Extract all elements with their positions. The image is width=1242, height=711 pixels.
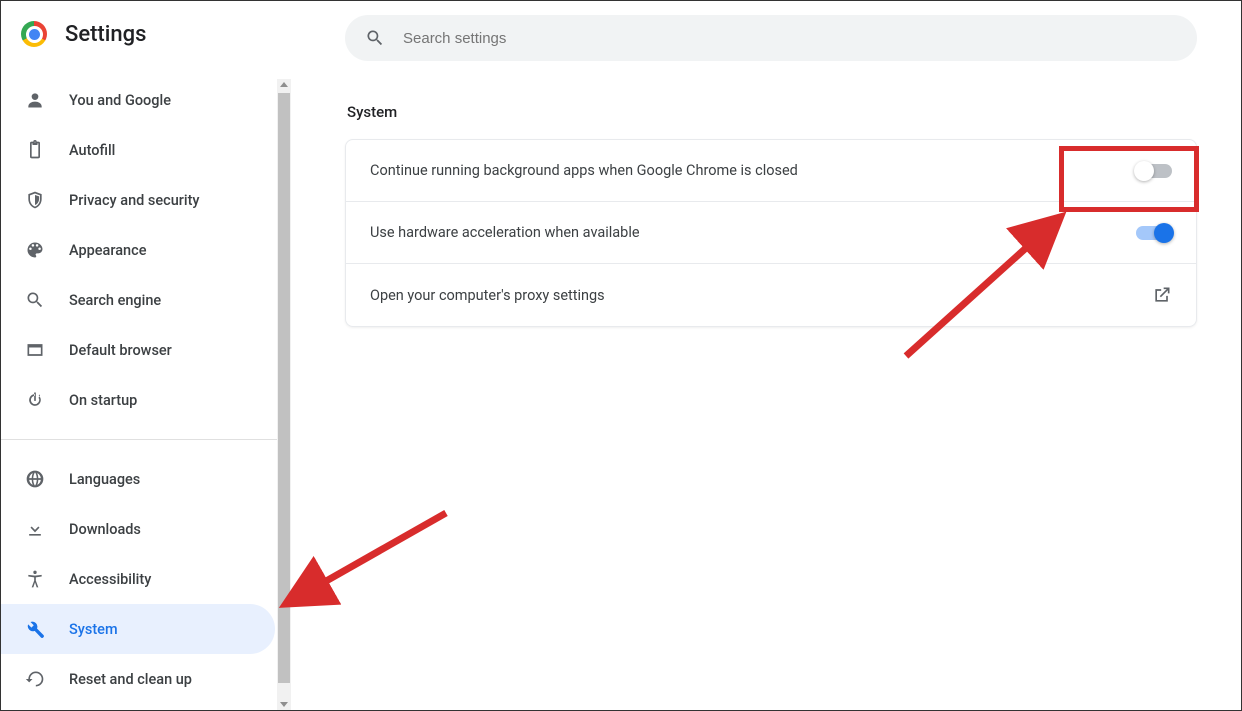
palette-icon (25, 240, 45, 260)
toggle-hardware-acceleration[interactable] (1136, 226, 1172, 240)
sidebar-item-system[interactable]: System (1, 604, 275, 654)
search-bar[interactable] (345, 15, 1197, 61)
clipboard-icon (25, 140, 45, 160)
sidebar-item-languages[interactable]: Languages (1, 454, 275, 504)
person-icon (25, 90, 45, 110)
setting-proxy[interactable]: Open your computer's proxy settings (346, 264, 1196, 326)
sidebar-group-1: You and Google Autofill Privacy and secu… (1, 67, 291, 433)
sidebar-item-label: Appearance (69, 242, 146, 259)
setting-label: Use hardware acceleration when available (370, 224, 640, 241)
search-input[interactable] (403, 30, 1177, 47)
chrome-logo-icon (21, 21, 47, 47)
sidebar-item-you-and-google[interactable]: You and Google (1, 75, 275, 125)
sidebar-item-downloads[interactable]: Downloads (1, 504, 275, 554)
scrollbar-thumb[interactable] (278, 93, 290, 683)
external-link-icon (1152, 285, 1172, 305)
sidebar-item-label: System (69, 621, 118, 638)
shield-icon (25, 190, 45, 210)
sidebar-item-privacy[interactable]: Privacy and security (1, 175, 275, 225)
sidebar-item-search-engine[interactable]: Search engine (1, 275, 275, 325)
globe-icon (25, 469, 45, 489)
sidebar-item-label: On startup (69, 392, 137, 409)
sidebar-item-label: Reset and clean up (69, 671, 192, 688)
sidebar: Settings You and Google Autofill Privacy… (1, 1, 291, 710)
wrench-icon (25, 619, 45, 639)
search-icon (25, 290, 45, 310)
main-panel: System Continue running background apps … (291, 1, 1241, 710)
sidebar-item-label: Autofill (69, 142, 115, 159)
sidebar-item-autofill[interactable]: Autofill (1, 125, 275, 175)
power-icon (25, 390, 45, 410)
section-title: System (347, 103, 1197, 121)
sidebar-item-label: Default browser (69, 342, 172, 359)
sidebar-item-on-startup[interactable]: On startup (1, 375, 275, 425)
download-icon (25, 519, 45, 539)
sidebar-item-appearance[interactable]: Appearance (1, 225, 275, 275)
sidebar-item-accessibility[interactable]: Accessibility (1, 554, 275, 604)
sidebar-item-label: Search engine (69, 292, 161, 309)
sidebar-item-label: You and Google (69, 92, 171, 109)
header: Settings (1, 1, 291, 67)
sidebar-item-reset[interactable]: Reset and clean up (1, 654, 275, 704)
setting-label: Continue running background apps when Go… (370, 162, 798, 179)
setting-label: Open your computer's proxy settings (370, 287, 605, 304)
page-title: Settings (65, 22, 146, 47)
sidebar-item-label: Downloads (69, 521, 141, 538)
sidebar-divider (1, 439, 291, 440)
sidebar-item-label: Privacy and security (69, 192, 200, 209)
sidebar-item-label: Languages (69, 471, 140, 488)
sidebar-group-2: Languages Downloads Accessibility System… (1, 446, 291, 710)
sidebar-item-label: Accessibility (69, 571, 151, 588)
search-icon (365, 28, 385, 48)
accessibility-icon (25, 569, 45, 589)
sidebar-item-default-browser[interactable]: Default browser (1, 325, 275, 375)
annotation-highlight-box (1059, 146, 1199, 212)
scrollbar[interactable] (277, 79, 291, 710)
browser-icon (25, 340, 45, 360)
restore-icon (25, 669, 45, 689)
